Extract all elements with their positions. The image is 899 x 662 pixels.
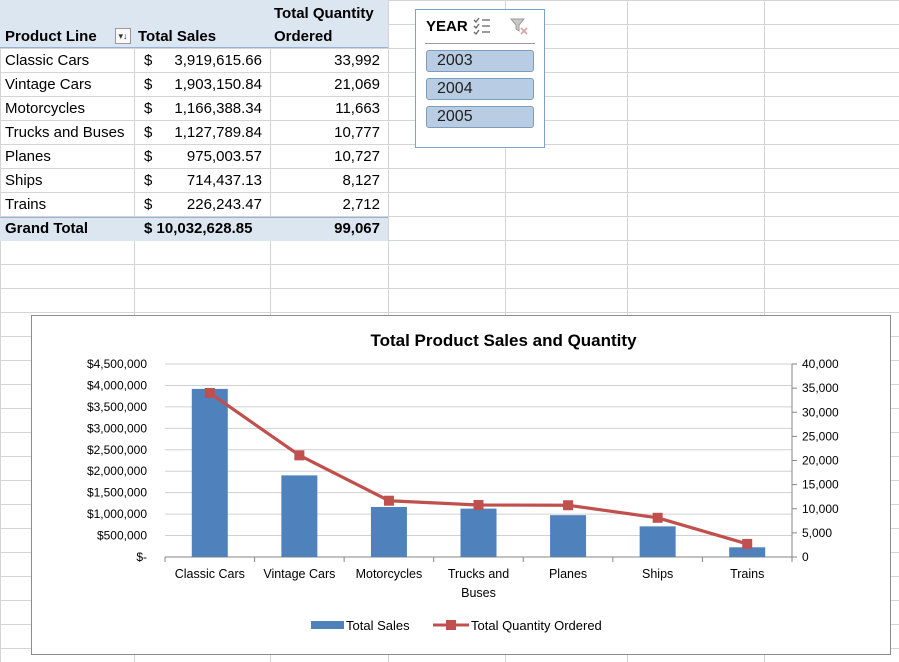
slicer-item-2005[interactable]: 2005 — [426, 106, 534, 128]
row-product-line[interactable]: Classic Cars — [5, 49, 89, 73]
y-right-tick-label: 0 — [802, 550, 809, 564]
slicer-separator — [425, 43, 535, 44]
year-slicer[interactable]: YEAR 2003 2004 2005 — [415, 9, 545, 148]
y-right-tick-label: 25,000 — [802, 429, 839, 443]
row-currency-symbol[interactable]: $ — [144, 193, 152, 217]
chart-canvas: Total Product Sales and Quantity $- $500,0… — [87, 331, 839, 633]
y-left-tick-label: $1,500,000 — [87, 486, 147, 500]
y-left-tick-label: $4,500,000 — [87, 357, 147, 371]
y-left-tick-label: $4,000,000 — [87, 378, 147, 392]
chart-title: Total Product Sales and Quantity — [370, 331, 637, 350]
x-category-label: Ships — [642, 567, 673, 581]
y-right-tick-label: 20,000 — [802, 454, 839, 468]
header-total-quantity-line1[interactable]: Total Quantity — [274, 2, 374, 26]
x-category-label: Buses — [461, 586, 496, 600]
row-total-quantity[interactable]: 10,727 — [334, 145, 380, 169]
x-category-label: Planes — [549, 567, 587, 581]
row-total-sales[interactable]: 714,437.13 — [187, 169, 262, 193]
y-left-tick-label: $3,000,000 — [87, 421, 147, 435]
y-left-tick-label: $3,500,000 — [87, 400, 147, 414]
bar-total-sales — [370, 506, 407, 557]
bar-total-sales — [550, 515, 587, 557]
y-left-tick-label: $500,000 — [97, 529, 147, 543]
header-total-quantity-line2[interactable]: Ordered — [274, 25, 332, 49]
sales-quantity-chart[interactable]: Total Product Sales and Quantity $- $500,0… — [31, 315, 891, 655]
line-marker-total-quantity — [563, 500, 574, 511]
header-total-sales[interactable]: Total Sales — [138, 25, 216, 49]
row-currency-symbol[interactable]: $ — [144, 73, 152, 97]
line-marker-total-quantity — [473, 500, 484, 511]
grand-total-label[interactable]: Grand Total — [5, 217, 88, 241]
row-product-line[interactable]: Trains — [5, 193, 46, 217]
row-total-quantity[interactable]: 2,712 — [342, 193, 380, 217]
slicer-item-2004[interactable]: 2004 — [426, 78, 534, 100]
slicer-title: YEAR — [426, 18, 468, 35]
bar-total-sales — [191, 388, 228, 557]
clear-filter-icon[interactable] — [509, 16, 529, 36]
legend-marker-total-quantity — [446, 620, 456, 630]
x-category-label: Classic Cars — [175, 567, 245, 581]
row-total-quantity[interactable]: 8,127 — [342, 169, 380, 193]
sort-filter-icon: ▾↓ — [118, 31, 128, 41]
row-currency-symbol[interactable]: $ — [144, 49, 152, 73]
product-line-filter-button[interactable]: ▾↓ — [115, 28, 131, 44]
y-right-tick-label: 30,000 — [802, 405, 839, 419]
bar-total-sales — [639, 526, 676, 557]
row-currency-symbol[interactable]: $ — [144, 169, 152, 193]
row-total-sales[interactable]: 3,919,615.66 — [174, 49, 262, 73]
row-total-quantity[interactable]: 33,992 — [334, 49, 380, 73]
y-right-tick-label: 10,000 — [802, 502, 839, 516]
y-right-tick-label: 5,000 — [802, 526, 832, 540]
row-total-sales[interactable]: 975,003.57 — [187, 145, 262, 169]
grand-total-quantity[interactable]: 99,067 — [334, 217, 380, 241]
line-marker-total-quantity — [294, 450, 305, 461]
row-total-quantity[interactable]: 21,069 — [334, 73, 380, 97]
y-left-tick-label: $1,000,000 — [87, 507, 147, 521]
y-right-tick-label: 35,000 — [802, 381, 839, 395]
slicer-item-2003[interactable]: 2003 — [426, 50, 534, 72]
row-product-line[interactable]: Vintage Cars — [5, 73, 91, 97]
header-product-line[interactable]: Product Line — [5, 25, 97, 49]
y-left-tick-label: $2,500,000 — [87, 443, 147, 457]
row-currency-symbol[interactable]: $ — [144, 121, 152, 145]
row-currency-symbol[interactable]: $ — [144, 145, 152, 169]
bar-total-sales — [281, 475, 318, 557]
row-total-quantity[interactable]: 11,663 — [335, 97, 380, 121]
line-marker-total-quantity — [742, 538, 753, 549]
y-left-tick-label: $2,000,000 — [87, 464, 147, 478]
x-category-label: Trucks and — [448, 567, 509, 581]
row-currency-symbol[interactable]: $ — [144, 97, 152, 121]
row-product-line[interactable]: Planes — [5, 145, 51, 169]
line-marker-total-quantity — [652, 512, 663, 523]
bar-total-sales — [460, 508, 497, 557]
x-category-label: Trains — [730, 567, 764, 581]
y-right-tick-label: 40,000 — [802, 357, 839, 371]
row-total-quantity[interactable]: 10,777 — [334, 121, 380, 145]
row-total-sales[interactable]: 226,243.47 — [187, 193, 262, 217]
row-total-sales[interactable]: 1,166,388.34 — [174, 97, 262, 121]
multi-select-icon[interactable] — [472, 16, 492, 36]
legend-swatch-total-sales — [311, 621, 344, 629]
row-total-sales[interactable]: 1,127,789.84 — [174, 121, 262, 145]
x-category-label: Vintage Cars — [263, 567, 335, 581]
row-total-sales[interactable]: 1,903,150.84 — [174, 73, 262, 97]
row-product-line[interactable]: Motorcycles — [5, 97, 85, 121]
y-left-tick-label: $- — [136, 550, 147, 564]
legend-label-total-quantity: Total Quantity Ordered — [471, 618, 602, 633]
row-product-line[interactable]: Trucks and Buses — [5, 121, 125, 145]
line-marker-total-quantity — [204, 387, 215, 398]
line-marker-total-quantity — [383, 495, 394, 506]
row-product-line[interactable]: Ships — [5, 169, 43, 193]
x-category-label: Motorcycles — [356, 567, 423, 581]
y-right-tick-label: 15,000 — [802, 478, 839, 492]
grand-total-sales[interactable]: $ 10,032,628.85 — [144, 217, 252, 241]
legend-label-total-sales: Total Sales — [346, 618, 410, 633]
